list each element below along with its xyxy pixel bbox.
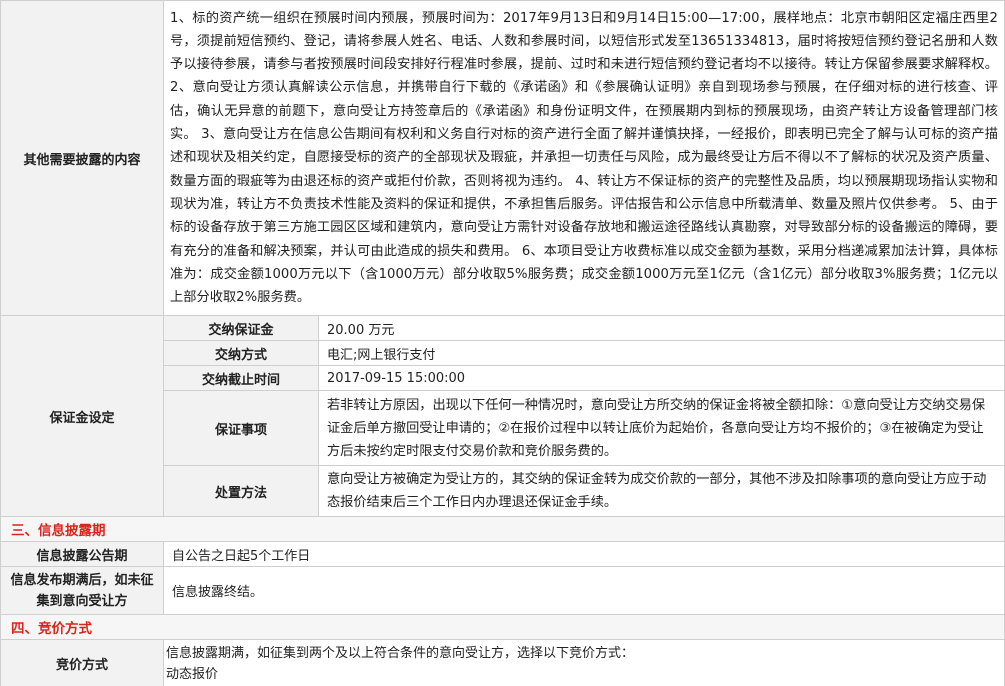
guarantee-terms-value: 若非转让方原因，出现以下任何一种情况时，意向受让方所交纳的保证金将被全额扣除：①… — [318, 390, 1005, 466]
deposit-amount-value: 20.00 万元 — [318, 315, 1005, 341]
deposit-row: 保证金设定 交纳保证金 20.00 万元 — [0, 315, 1005, 517]
disclosure-period-value: 自公告之日起5个工作日 — [163, 541, 1005, 567]
listing-detail-page: 其他需要披露的内容 1、标的资产统一组织在预展时间内预展，预展时间为：2017年… — [0, 0, 1005, 686]
payment-deadline-label: 交纳截止时间 — [163, 365, 319, 391]
bidding-method-value: 信息披露期满，如征集到两个及以上符合条件的意向受让方，选择以下竞价方式： 动态报… — [163, 639, 1005, 686]
bidding-method-label: 竞价方式 — [0, 639, 164, 686]
guarantee-terms-label: 保证事项 — [163, 390, 319, 466]
deposit-settings-label: 保证金设定 — [0, 315, 164, 517]
deposit-amount-label: 交纳保证金 — [163, 315, 319, 341]
disclosure-period-label: 信息披露公告期 — [0, 541, 164, 567]
other-disclosures-label: 其他需要披露的内容 — [0, 0, 164, 316]
other-disclosures-row: 其他需要披露的内容 1、标的资产统一组织在预展时间内预展，预展时间为：2017年… — [0, 0, 1005, 316]
no-bidder-label: 信息发布期满后，如未征集到意向受让方 — [0, 566, 164, 615]
other-disclosures-text: 1、标的资产统一组织在预展时间内预展，预展时间为：2017年9月13日和9月14… — [163, 0, 1005, 316]
payment-method-value: 电汇;网上银行支付 — [318, 340, 1005, 366]
section-header: 四、竞价方式 — [0, 614, 1005, 640]
disposal-method-value: 意向受让方被确定为受让方的，其交纳的保证金转为成交价款的一部分，其他不涉及扣除事… — [318, 465, 1005, 517]
bidding-method-description: 信息披露期满，如征集到两个及以上符合条件的意向受让方，选择以下竞价方式： — [166, 645, 635, 661]
bidding-row: 竞价方式 信息披露期满，如征集到两个及以上符合条件的意向受让方，选择以下竞价方式… — [0, 639, 1005, 686]
no-bidder-value: 信息披露终结。 — [163, 566, 1005, 615]
disclosure-row: 信息发布期满后，如未征集到意向受让方 信息披露终结。 — [0, 566, 1005, 615]
bidding-method-type: 动态报价 — [166, 666, 219, 682]
section-disclosure-period-title: 三、信息披露期 — [0, 516, 1005, 542]
disclosure-row: 信息披露公告期 自公告之日起5个工作日 — [0, 541, 1005, 567]
disposal-method-label: 处置方法 — [163, 465, 319, 517]
listing-info-table: 其他需要披露的内容 1、标的资产统一组织在预展时间内预展，预展时间为：2017年… — [0, 0, 1005, 686]
section-header: 三、信息披露期 — [0, 516, 1005, 542]
payment-method-label: 交纳方式 — [163, 340, 319, 366]
payment-deadline-value: 2017-09-15 15:00:00 — [318, 365, 1005, 391]
section-bidding-method-title: 四、竞价方式 — [0, 614, 1005, 640]
